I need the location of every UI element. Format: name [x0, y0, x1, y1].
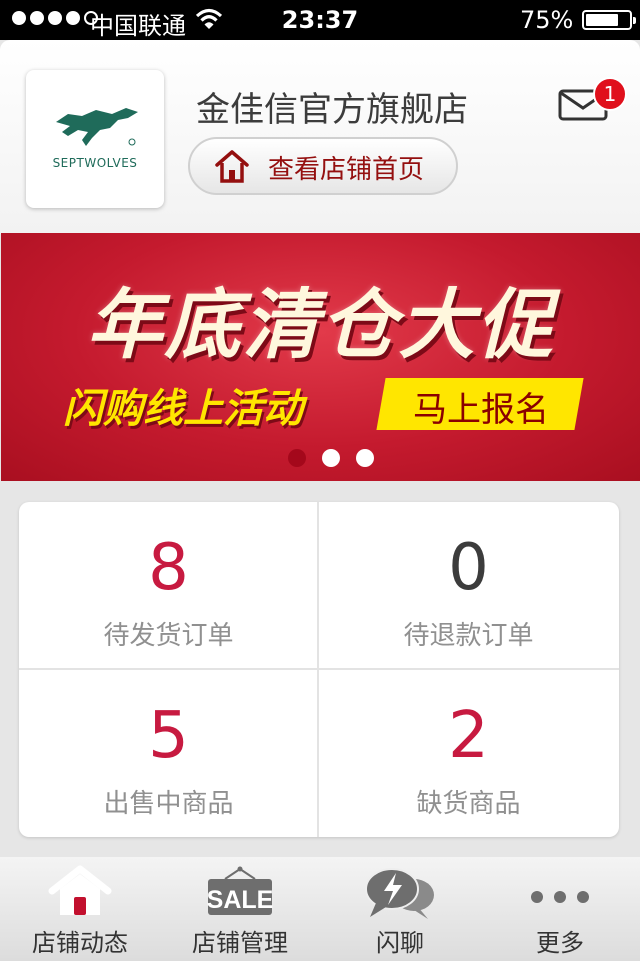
pager-dot[interactable]	[356, 449, 374, 467]
tab-label: 闪聊	[376, 929, 424, 957]
stat-label: 待发货订单	[103, 621, 234, 651]
stat-out-of-stock[interactable]: 2 缺货商品	[319, 670, 618, 837]
status-bar: 中国联通 23:37 75%	[0, 0, 640, 40]
divider	[19, 668, 619, 670]
message-count-badge: 1	[593, 77, 627, 111]
stat-on-sale[interactable]: 5 出售中商品	[19, 670, 318, 837]
store-logo[interactable]: SEPTWOLVES	[26, 70, 164, 208]
stat-label: 缺货商品	[416, 789, 521, 819]
promo-banner[interactable]: 年底清仓大促 闪购线上活动 马上报名	[1, 233, 640, 481]
stat-label: 待退款订单	[403, 621, 534, 651]
stat-pending-shipment[interactable]: 8 待发货订单	[19, 502, 318, 669]
sale-icon-text: SALE	[207, 886, 274, 914]
view-store-home-button[interactable]: 查看店铺首页	[188, 137, 458, 195]
stat-pending-refund[interactable]: 0 待退款订单	[319, 502, 618, 669]
banner-pager[interactable]	[288, 449, 374, 467]
tab-store-updates[interactable]: 店铺动态	[0, 857, 160, 961]
chat-bubbles-icon	[365, 868, 434, 919]
register-now-label[interactable]: 马上报名	[413, 382, 549, 431]
stat-label: 出售中商品	[103, 789, 234, 819]
stat-value: 5	[148, 699, 189, 773]
pager-dot[interactable]	[288, 449, 306, 467]
store-header: SEPTWOLVES 金佳信官方旗舰店 查看店铺首页 1	[0, 40, 640, 234]
wolf-logo-icon	[56, 108, 138, 146]
sale-tag-icon: SALE	[207, 866, 274, 915]
home-icon	[48, 865, 112, 915]
store-name: 金佳信官方旗舰店	[196, 90, 468, 130]
house-icon	[215, 150, 249, 183]
bottom-tab-bar: 店铺动态 SALE 店铺管理 闪聊 更多	[0, 857, 640, 961]
store-stats-grid: 8 待发货订单 0 待退款订单 5 出售中商品 2 缺货商品	[19, 502, 619, 837]
banner-headline: 年底清仓大促	[86, 280, 555, 369]
tab-more[interactable]: 更多	[480, 857, 640, 961]
logo-text: SEPTWOLVES	[52, 156, 138, 170]
banner-subline: 闪购线上活动	[63, 386, 303, 432]
tab-label: 店铺动态	[32, 929, 128, 957]
stat-value: 8	[148, 531, 189, 605]
tab-store-management[interactable]: SALE 店铺管理	[160, 857, 320, 961]
stat-value: 0	[448, 531, 489, 605]
more-dots-icon	[531, 891, 589, 903]
tab-label: 店铺管理	[192, 929, 288, 957]
view-store-home-label: 查看店铺首页	[268, 155, 425, 185]
tab-label: 更多	[536, 929, 584, 957]
tab-flash-chat[interactable]: 闪聊	[320, 857, 480, 961]
pager-dot[interactable]	[322, 449, 340, 467]
stat-value: 2	[448, 699, 489, 773]
battery-icon	[582, 10, 636, 30]
battery-percent: 75%	[520, 6, 574, 34]
